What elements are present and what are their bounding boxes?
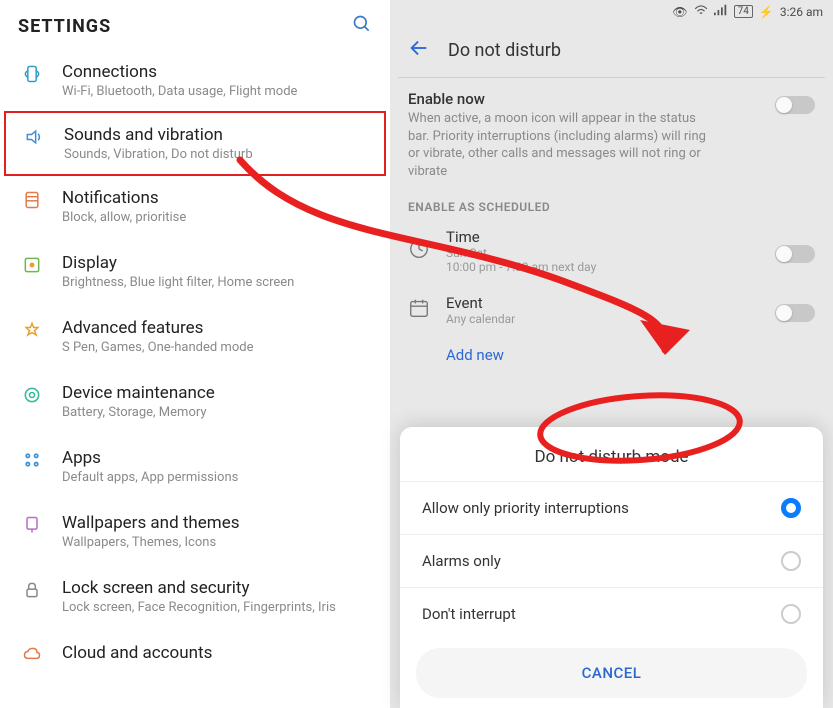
time-toggle[interactable] [775,245,815,263]
settings-item-advanced[interactable]: Advanced features S Pen, Games, One-hand… [0,304,390,369]
dnd-header: Do not disturb [390,23,833,77]
item-title: Wallpapers and themes [62,513,372,533]
time-sub2: 10:00 pm - 7:00 am next day [446,260,759,274]
item-subtitle: Wi-Fi, Bluetooth, Data usage, Flight mod… [62,84,372,99]
item-subtitle: Sounds, Vibration, Do not disturb [64,147,370,162]
back-arrow-icon[interactable] [408,37,430,63]
time-sub: Sun Sat [446,246,759,260]
event-sub: Any calendar [446,312,759,326]
item-title: Sounds and vibration [64,125,370,145]
item-subtitle: S Pen, Games, One-handed mode [62,340,372,355]
wifi-icon [694,4,708,19]
option-label: Alarms only [422,552,501,570]
sound-icon [20,127,48,147]
event-schedule-item[interactable]: Event Any calendar [390,284,833,336]
scheduled-label: ENABLE AS SCHEDULED [390,192,833,218]
item-title: Display [62,253,372,273]
cancel-button[interactable]: CANCEL [416,648,807,698]
status-bar: 👁 74 ⚡ 3:26 am [390,0,833,23]
item-subtitle: Default apps, App permissions [62,470,372,485]
item-subtitle: Battery, Storage, Memory [62,405,372,420]
time-schedule-item[interactable]: Time Sun Sat 10:00 pm - 7:00 am next day [390,218,833,284]
event-toggle[interactable] [775,304,815,322]
display-icon [18,255,46,275]
settings-item-sound[interactable]: Sounds and vibration Sounds, Vibration, … [4,111,386,176]
settings-item-cloud[interactable]: Cloud and accounts [0,629,390,679]
enable-now-section[interactable]: Enable now When active, a moon icon will… [390,78,833,192]
connections-icon [18,64,46,84]
item-title: Notifications [62,188,372,208]
add-new-link[interactable]: Add new [390,336,833,378]
lock-icon [18,580,46,600]
option-label: Don't interrupt [422,605,516,623]
radio-button[interactable] [781,498,801,518]
cloud-icon [18,645,46,665]
item-title: Lock screen and security [62,578,372,598]
dnd-screen: 👁 74 ⚡ 3:26 am Do not disturb Enable now… [390,0,833,708]
enable-toggle[interactable] [775,96,815,114]
signal-icon [714,4,728,19]
settings-item-maintenance[interactable]: Device maintenance Battery, Storage, Mem… [0,369,390,434]
radio-button[interactable] [781,604,801,624]
enable-title: Enable now [408,90,718,108]
settings-title: SETTINGS [18,16,111,37]
modal-title: Do not disturb mode [400,427,823,481]
item-title: Advanced features [62,318,372,338]
event-title: Event [446,294,759,312]
apps-icon [18,450,46,470]
modal-option[interactable]: Alarms only [400,535,823,587]
item-subtitle: Block, allow, prioritise [62,210,372,225]
clock-icon [408,238,430,264]
settings-item-wallpaper[interactable]: Wallpapers and themes Wallpapers, Themes… [0,499,390,564]
settings-item-notifications[interactable]: Notifications Block, allow, prioritise [0,174,390,239]
maintenance-icon [18,385,46,405]
option-label: Allow only priority interruptions [422,499,629,517]
settings-item-connections[interactable]: Connections Wi-Fi, Bluetooth, Data usage… [0,48,390,113]
settings-list[interactable]: Connections Wi-Fi, Bluetooth, Data usage… [0,48,390,708]
radio-button[interactable] [781,551,801,571]
eye-icon: 👁 [672,5,687,19]
notifications-icon [18,190,46,210]
item-subtitle: Wallpapers, Themes, Icons [62,535,372,550]
item-subtitle: Brightness, Blue light filter, Home scre… [62,275,372,290]
search-icon[interactable] [352,14,372,38]
dnd-mode-modal: Do not disturb mode Allow only priority … [400,427,823,708]
item-title: Apps [62,448,372,468]
modal-option[interactable]: Don't interrupt [400,588,823,640]
settings-item-display[interactable]: Display Brightness, Blue light filter, H… [0,239,390,304]
item-subtitle: Lock screen, Face Recognition, Fingerpri… [62,600,372,615]
wallpaper-icon [18,515,46,535]
settings-item-apps[interactable]: Apps Default apps, App permissions [0,434,390,499]
battery-level: 74 [734,5,753,18]
enable-desc: When active, a moon icon will appear in … [408,110,718,180]
advanced-icon [18,320,46,340]
dnd-title: Do not disturb [448,40,561,61]
item-title: Cloud and accounts [62,643,372,663]
time-title: Time [446,228,759,246]
settings-screen: SETTINGS Connections Wi-Fi, Bluetooth, D… [0,0,390,708]
item-title: Device maintenance [62,383,372,403]
status-time: 3:26 am [780,5,823,19]
settings-item-lock[interactable]: Lock screen and security Lock screen, Fa… [0,564,390,629]
calendar-icon [408,297,430,323]
item-title: Connections [62,62,372,82]
charging-icon: ⚡ [759,5,774,19]
settings-header: SETTINGS [0,0,390,48]
modal-option[interactable]: Allow only priority interruptions [400,482,823,534]
